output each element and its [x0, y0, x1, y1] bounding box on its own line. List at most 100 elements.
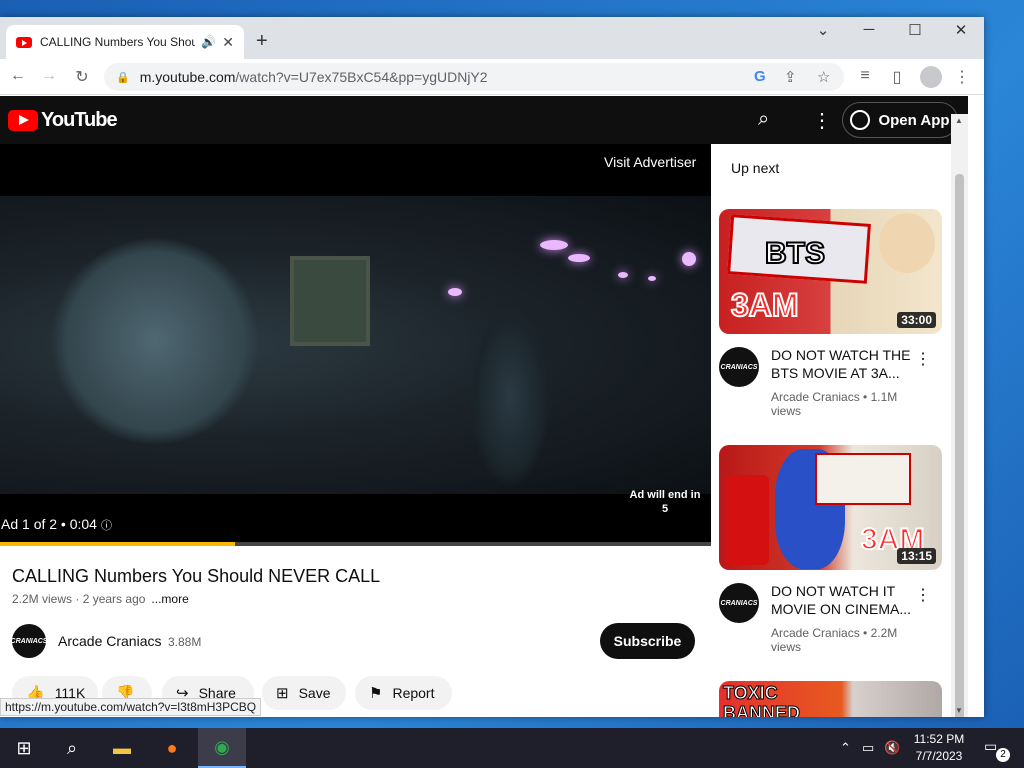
- playlist-add-icon: ⊞: [276, 685, 289, 702]
- more-options-icon[interactable]: ⋮: [915, 585, 931, 605]
- person-icon: [850, 110, 871, 130]
- channel-avatar[interactable]: CRANIACS: [719, 583, 759, 623]
- firefox-icon[interactable]: ●: [148, 728, 196, 768]
- forward-arrow-icon[interactable]: →: [38, 67, 60, 85]
- video-duration: 13:15: [897, 548, 936, 564]
- notification-count: 2: [996, 748, 1010, 762]
- channel-name[interactable]: Arcade Craniacs: [58, 633, 162, 649]
- video-title[interactable]: DO NOT WATCH IT MOVIE ON CINEMA...: [771, 582, 911, 618]
- file-explorer-icon[interactable]: ▬: [98, 728, 146, 768]
- scroll-down-arrow-icon[interactable]: ▼: [955, 706, 963, 715]
- lock-icon[interactable]: 🔒: [116, 71, 130, 84]
- more-link[interactable]: ...more: [151, 592, 188, 606]
- video-painting: [290, 256, 370, 346]
- youtube-header: YouTube ⌕ ⋮ Open App: [0, 96, 968, 144]
- page-content: YouTube ⌕ ⋮ Open App Visit Advertiser Ad…: [0, 96, 968, 717]
- video-thumbnail[interactable]: BTS 3AM 33:00: [719, 209, 942, 334]
- video-meta: Arcade Craniacs • 1.1M views: [771, 390, 898, 418]
- channel-avatar[interactable]: CRANIACS: [11, 624, 47, 658]
- ad-progress-bar[interactable]: [0, 542, 711, 546]
- tab-close-button[interactable]: ✕: [222, 34, 234, 51]
- video-light: [568, 254, 590, 262]
- chrome-icon[interactable]: ◉: [198, 728, 246, 768]
- windows-start-icon[interactable]: ⊞: [0, 728, 48, 768]
- tab-strip: CALLING Numbers You Shou 🔊 ✕ + ⌄ ─ ☐ ✕: [0, 17, 984, 59]
- back-arrow-icon[interactable]: ←: [7, 67, 29, 85]
- video-light: [648, 276, 656, 281]
- report-button[interactable]: ⚑ Report: [355, 676, 452, 710]
- channel-avatar[interactable]: CRANIACS: [719, 347, 759, 387]
- more-options-icon[interactable]: ⋮: [812, 108, 832, 133]
- up-next-card[interactable]: BTS 3AM 33:00 CRANIACS DO NOT WATCH THE …: [719, 209, 942, 424]
- close-window-button[interactable]: ✕: [938, 21, 984, 39]
- page-scrollbar[interactable]: ▲ ▼: [951, 114, 968, 717]
- visit-advertiser-link[interactable]: Visit Advertiser: [604, 154, 696, 170]
- thumbnail-face: [879, 213, 935, 273]
- youtube-logo[interactable]: YouTube: [8, 109, 118, 132]
- up-next-card[interactable]: TOXIC BANNED CANDIES YOU CANNOT EAT: [719, 681, 942, 717]
- reload-icon[interactable]: ↻: [71, 67, 93, 87]
- more-options-icon[interactable]: ⋮: [915, 349, 931, 369]
- info-icon[interactable]: ⓘ: [101, 520, 112, 532]
- taskbar: ⊞ ⌕ ▬ ● ◉ ⌃ ▭ 🔇 11:52 PM 7/7/2023 ▭ 2: [0, 728, 1024, 768]
- new-tab-button[interactable]: +: [256, 30, 268, 53]
- side-panel-icon[interactable]: ▯: [886, 67, 908, 87]
- search-icon[interactable]: ⌕: [48, 728, 96, 768]
- tab-search-button[interactable]: ⌄: [800, 21, 846, 39]
- thumbnail-text: BTS: [764, 236, 826, 271]
- show-hidden-icons-icon[interactable]: ⌃: [840, 740, 851, 756]
- video-title[interactable]: CALLING Numbers You Should NEVER CALL: [12, 566, 380, 587]
- share-icon[interactable]: ⇪: [784, 68, 797, 86]
- video-figure: [470, 306, 550, 486]
- video-figure: [50, 236, 260, 446]
- chrome-menu-icon[interactable]: ⋮: [951, 67, 973, 87]
- scrollbar-thumb[interactable]: [955, 174, 964, 717]
- video-light: [540, 240, 568, 250]
- clock-date: 7/7/2023: [915, 749, 963, 763]
- profile-avatar-icon[interactable]: [920, 66, 942, 88]
- video-light: [682, 252, 696, 266]
- google-lens-icon[interactable]: G: [754, 68, 766, 85]
- video-title[interactable]: DO NOT WATCH THE BTS MOVIE AT 3A...: [771, 346, 911, 382]
- clock-time: 11:52 PM: [913, 732, 965, 746]
- view-count: 2.2M views: [12, 592, 73, 606]
- thumbnail-text: 3AM: [730, 286, 800, 324]
- video-thumbnail[interactable]: TOXIC BANNED CANDIES YOU CANNOT EAT: [719, 681, 942, 717]
- youtube-wordmark: YouTube: [41, 109, 118, 131]
- save-label: Save: [298, 685, 331, 701]
- up-next-heading: Up next: [731, 160, 780, 176]
- volume-muted-icon[interactable]: 🔇: [884, 740, 900, 756]
- ad-info-text: Ad 1 of 2 • 0:04: [1, 516, 97, 532]
- notification-center-icon[interactable]: ▭ 2: [984, 738, 1010, 762]
- thumbnail-text: TOXIC BANNED CANDIES YOU CANNOT EAT: [723, 683, 801, 718]
- report-label: Report: [392, 685, 435, 701]
- video-meta: Arcade Craniacs • 2.2M views: [771, 626, 898, 654]
- subscribe-button[interactable]: Subscribe: [600, 623, 695, 659]
- maximize-button[interactable]: ☐: [892, 21, 938, 39]
- video-thumbnail[interactable]: 3AM 13:15: [719, 445, 942, 570]
- address-bar[interactable]: 🔒 m.youtube.com/watch?v=U7ex75BxC54&pp=y…: [104, 63, 844, 91]
- youtube-play-icon: [8, 110, 38, 131]
- minimize-button[interactable]: ─: [846, 21, 892, 38]
- subscriber-count: 3.88M: [168, 635, 202, 649]
- reading-list-icon[interactable]: ≡: [854, 67, 876, 85]
- video-meta: 2.2M views · 2 years ago ...more: [12, 592, 189, 606]
- tab-active[interactable]: CALLING Numbers You Shou 🔊 ✕: [6, 25, 244, 59]
- save-button[interactable]: ⊞ Save: [262, 676, 346, 710]
- video-frame: [0, 196, 711, 494]
- video-player[interactable]: Visit Advertiser Ad will end in 5 Ad 1 o…: [0, 144, 711, 546]
- open-app-button[interactable]: Open App: [842, 102, 958, 138]
- video-duration: 33:00: [897, 312, 936, 328]
- speaker-icon[interactable]: 🔊: [201, 35, 216, 49]
- scroll-up-arrow-icon[interactable]: ▲: [955, 116, 963, 125]
- up-next-card[interactable]: 3AM 13:15 CRANIACS DO NOT WATCH IT MOVIE…: [719, 445, 942, 660]
- system-clock[interactable]: 11:52 PM 7/7/2023: [906, 731, 972, 765]
- upload-age: 2 years ago: [82, 592, 146, 606]
- ad-progress-fill: [0, 542, 235, 546]
- search-icon[interactable]: ⌕: [758, 108, 769, 131]
- network-icon[interactable]: ▭: [862, 740, 874, 756]
- browser-toolbar: ← → ↻ 🔒 m.youtube.com/watch?v=U7ex75BxC5…: [0, 59, 984, 95]
- video-light: [448, 288, 462, 296]
- bookmark-star-icon[interactable]: ☆: [817, 68, 830, 86]
- browser-window: CALLING Numbers You Shou 🔊 ✕ + ⌄ ─ ☐ ✕ ←…: [0, 17, 984, 717]
